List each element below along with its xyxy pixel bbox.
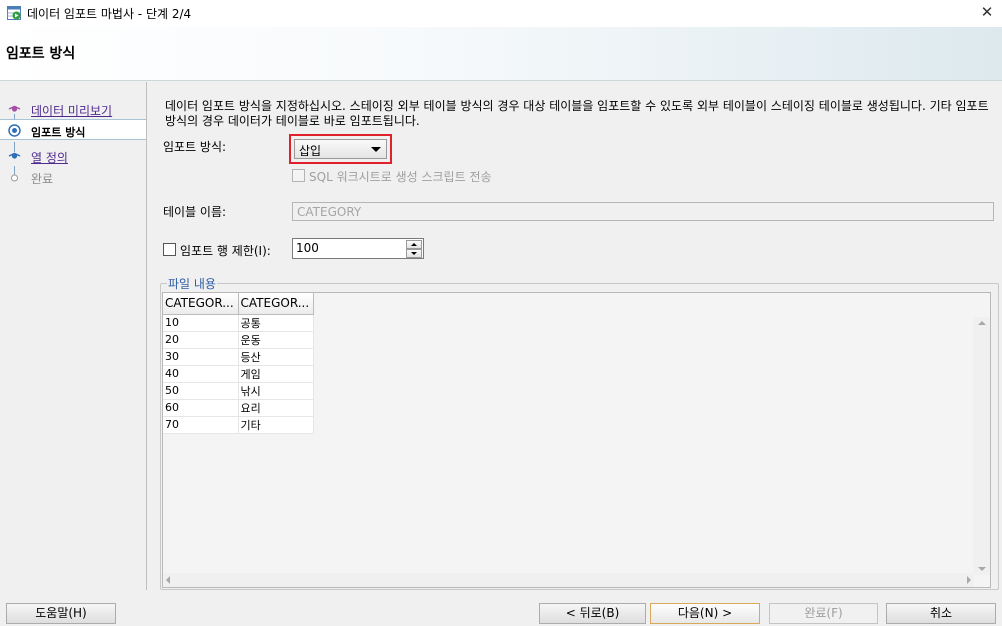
scroll-up-icon[interactable] [978,321,986,325]
table-row: 40 게임 [163,365,314,383]
import-method-label: 임포트 방식: [163,140,227,154]
row-limit-stepper[interactable]: 100 [292,238,424,259]
table-row: 60 요리 [163,399,314,417]
wizard-steps-sidebar: 데이터 미리보기 임포트 방식 열 정의 완료 [0,82,147,590]
step-current-icon [8,124,21,137]
table-name-field[interactable]: CATEGORY [292,202,994,221]
table-cell: 10 [163,314,239,332]
description-text: 데이터 임포트 방식을 지정하십시오. 스테이징 외부 테이블 방식의 경우 대… [165,99,989,128]
table-row: 30 등산 [163,348,314,366]
table-row: 70 기타 [163,416,314,434]
step-finish: 완료 [0,167,146,188]
table-cell: 70 [163,416,239,434]
scroll-left-icon[interactable] [166,576,170,584]
table-row: 50 낚시 [163,382,314,400]
step-data-preview[interactable]: 데이터 미리보기 [0,99,146,120]
row-limit-checkbox[interactable] [163,243,176,256]
cancel-button[interactable]: 취소 [886,603,996,624]
import-method-value: 삽입 [299,144,322,158]
file-content-legend: 파일 내용 [167,275,217,292]
arrow-up-icon [411,243,417,246]
table-cell: 게임 [238,365,314,383]
import-wizard-icon [7,6,21,20]
table-cell: 50 [163,382,239,400]
highlight-frame: 삽입 [289,134,392,164]
step-import-method[interactable]: 임포트 방식 [0,119,146,140]
table-cell: 30 [163,348,239,366]
step-label: 데이터 미리보기 [31,104,113,118]
table-cell: 요리 [238,399,314,417]
table-name-label: 테이블 이름: [163,205,227,219]
table-row: 10 공통 [163,314,314,332]
table-cell: 등산 [238,348,314,366]
table-cell: 60 [163,399,239,417]
table-cell: 20 [163,331,239,349]
close-icon: ✕ [980,3,994,21]
horizontal-scrollbar[interactable] [163,573,974,587]
table-cell: 운동 [238,331,314,349]
next-button[interactable]: 다음(N) > [650,603,760,624]
row-limit-value: 100 [296,241,319,255]
back-button[interactable]: < 뒤로(B) [539,603,646,624]
step-column-definition[interactable]: 열 정의 [0,146,146,167]
window-title: 데이터 임포트 마법사 - 단계 2/4 [27,7,192,21]
close-button[interactable]: ✕ [972,0,1002,27]
scroll-down-icon[interactable] [978,567,986,571]
column-header[interactable]: CATEGOR... [163,293,239,315]
preview-table: CATEGOR... CATEGOR... 10 공통 20 운동 30 등산 [163,293,314,434]
vertical-scrollbar[interactable] [973,317,990,575]
step-pending-icon [8,152,21,159]
chevron-down-icon [371,147,381,152]
scroll-right-icon[interactable] [967,576,971,584]
table-cell: 40 [163,365,239,383]
finish-button[interactable]: 완료(F) [769,603,878,624]
import-method-select[interactable]: 삽입 [294,139,387,159]
table-cell: 낚시 [238,382,314,400]
title-bar: 데이터 임포트 마법사 - 단계 2/4 ✕ [0,0,1002,27]
page-title: 임포트 방식 [6,46,76,62]
stepper-up-button[interactable] [406,240,422,249]
step-label: 완료 [31,172,54,186]
file-content-grid[interactable]: CATEGOR... CATEGOR... 10 공통 20 운동 30 등산 [162,292,991,588]
stepper-down-button[interactable] [406,249,422,258]
arrow-down-icon [411,252,417,255]
sql-script-checkbox[interactable] [292,169,305,182]
wizard-header: 임포트 방식 [0,27,1002,81]
column-header[interactable]: CATEGOR... [238,293,314,315]
table-cell: 공통 [238,314,314,332]
step-label: 열 정의 [31,151,68,165]
row-limit-label: 임포트 행 제한(I): [180,244,271,258]
table-header-row: CATEGOR... CATEGOR... [163,293,314,315]
step-disabled-icon [11,174,18,182]
help-button[interactable]: 도움말(H) [6,603,116,624]
table-row: 20 운동 [163,331,314,349]
main-panel: 데이터 임포트 방식을 지정하십시오. 스테이징 외부 테이블 방식의 경우 대… [148,82,1002,590]
step-complete-icon [8,105,21,112]
sql-script-label: SQL 워크시트로 생성 스크립트 전송 [309,170,492,184]
step-label: 임포트 방식 [31,126,86,139]
table-cell: 기타 [238,416,314,434]
